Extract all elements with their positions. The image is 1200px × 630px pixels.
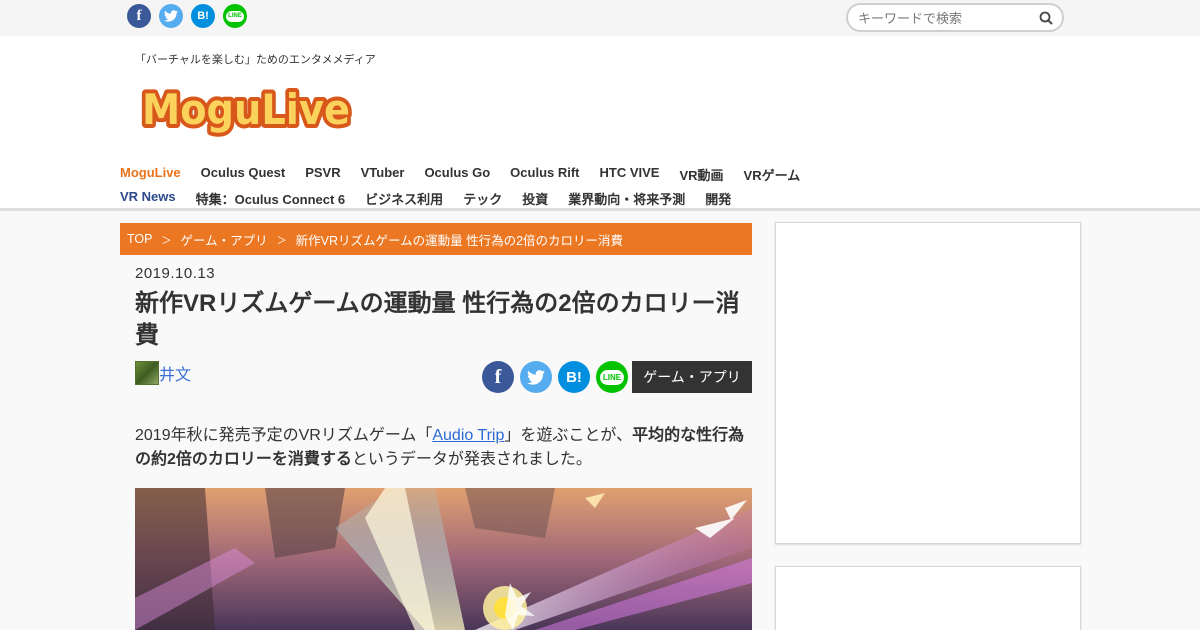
nav-item-psvr[interactable]: PSVR [305,165,340,184]
audio-trip-link[interactable]: Audio Trip [432,427,504,444]
breadcrumb-current: 新作VRリズムゲームの運動量 性行為の2倍のカロリー消費 [295,233,624,248]
site-logo[interactable]: MoguLive [138,80,358,149]
mogulive-logo-graphic: MoguLive [138,81,354,138]
hero-game-scene [135,488,752,630]
share-line-icon[interactable]: LINE [596,361,628,393]
search-icon[interactable] [1039,11,1053,30]
article-title: 新作VRリズムゲームの運動量 性行為の2倍のカロリー消費 [135,290,740,349]
nav-item-industry-trends[interactable]: 業界動向・将来予測 [568,189,685,208]
breadcrumb-top[interactable]: TOP [127,232,152,246]
lead-text-mid: 」を遊ぶことが、 [504,427,633,444]
nav-item-vr-game[interactable]: VRゲーム [744,165,801,184]
nav-item-oculus-connect-6[interactable]: 特集：Oculus Connect 6 [196,189,346,208]
sidebar-ad-slot-2 [775,566,1081,630]
breadcrumb: TOP ＞ ゲーム・アプリ ＞ 新作VRリズムゲームの運動量 性行為の2倍のカロ… [120,223,752,255]
article-lead: 2019年秋に発売予定のVRリズムゲーム「Audio Trip」を遊ぶことが、平… [135,424,755,472]
sidebar-ad-slot [775,222,1081,544]
author-avatar[interactable] [135,361,159,385]
share-facebook-icon[interactable]: f [482,361,514,393]
nav-item-development[interactable]: 開発 [705,189,731,208]
lead-text-prefix: 2019年秋に発売予定のVRリズムゲーム「 [135,427,433,444]
twitter-icon[interactable] [159,4,183,28]
nav-item-oculus-quest[interactable]: Oculus Quest [201,165,286,184]
nav-item-oculus-rift[interactable]: Oculus Rift [510,165,579,184]
share-twitter-icon[interactable] [520,361,552,393]
hatena-bookmark-icon[interactable]: B! [191,4,215,28]
header-divider [0,208,1200,211]
nav-item-oculus-go[interactable]: Oculus Go [424,165,490,184]
search-box [846,3,1064,32]
lead-text-suffix: というデータが発表されました。 [351,451,592,468]
main-nav: MoguLive Oculus Quest PSVR VTuber Oculus… [120,165,820,184]
sub-nav: VR News 特集：Oculus Connect 6 ビジネス利用 テック 投… [120,189,751,208]
nav-item-htc-vive[interactable]: HTC VIVE [600,165,660,184]
article-hero-image [135,488,752,630]
nav-item-mogulive[interactable]: MoguLive [120,165,181,184]
breadcrumb-separator: ＞ [161,235,172,247]
breadcrumb-separator: ＞ [276,235,287,247]
breadcrumb-category[interactable]: ゲーム・アプリ [180,230,267,249]
facebook-icon[interactable]: f [127,4,151,28]
nav-item-vtuber[interactable]: VTuber [361,165,405,184]
category-tag[interactable]: ゲーム・アプリ [632,361,752,393]
search-input[interactable] [858,9,1033,27]
nav-item-business[interactable]: ビジネス利用 [365,189,443,208]
site-header: 「バーチャルを楽しむ」ためのエンタメメディア MoguLive MoguLive… [0,36,1200,208]
author: 井文 [135,361,191,385]
line-icon[interactable]: LINE [223,4,247,28]
nav-item-tech[interactable]: テック [463,189,502,208]
nav-item-vr-news[interactable]: VR News [120,189,176,208]
nav-item-vr-video[interactable]: VR動画 [679,165,723,184]
svg-text:MoguLive: MoguLive [142,85,350,134]
nav-item-investment[interactable]: 投資 [522,189,548,208]
author-name[interactable]: 井文 [159,361,191,385]
site-tagline: 「バーチャルを楽しむ」ためのエンタメメディア [135,54,376,66]
share-hatena-icon[interactable]: B! [558,361,590,393]
top-bar: f B! LINE [0,0,1200,36]
article-date: 2019.10.13 [135,265,216,282]
